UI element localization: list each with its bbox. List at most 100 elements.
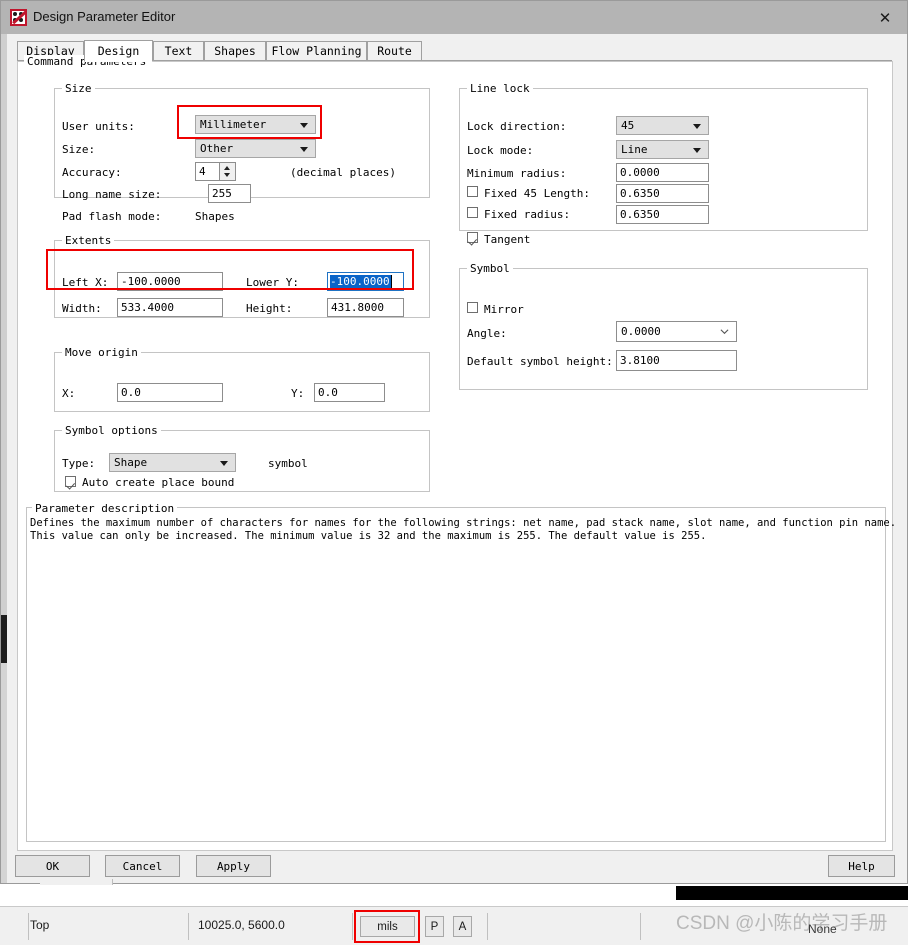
tangent-label: Tangent xyxy=(484,233,531,246)
symbol-group-legend: Symbol xyxy=(467,262,513,275)
fixed-45-length-checkbox[interactable] xyxy=(467,186,478,197)
lock-mode-select[interactable]: Line xyxy=(616,140,709,159)
ok-button[interactable]: OK xyxy=(15,855,90,877)
left-edge-dark-strip xyxy=(1,615,7,663)
chevron-down-icon xyxy=(720,329,729,335)
symbol-type-select[interactable]: Shape xyxy=(109,453,236,472)
default-symbol-height-value: 3.8100 xyxy=(620,354,660,367)
angle-combo[interactable]: 0.0000 xyxy=(616,321,737,342)
csdn-watermark: CSDN @小陈的学习手册 xyxy=(676,913,888,934)
design-parameter-editor-window: Design Parameter Editor ✕ Display Design… xyxy=(0,0,908,884)
angle-value: 0.0000 xyxy=(621,325,661,338)
height-input[interactable]: 431.8000 xyxy=(327,298,404,317)
move-origin-y-input[interactable]: 0.0 xyxy=(314,383,385,402)
black-overlay-bar xyxy=(676,886,908,900)
close-icon[interactable]: ✕ xyxy=(863,1,907,34)
fixed-45-length-value: 0.6350 xyxy=(620,187,660,200)
left-x-value: -100.0000 xyxy=(121,275,181,288)
fixed-radius-input[interactable]: 0.6350 xyxy=(616,205,709,224)
tab-shapes[interactable]: Shapes xyxy=(204,41,266,61)
mirror-label: Mirror xyxy=(484,303,524,316)
symbol-suffix-label: symbol xyxy=(268,457,308,470)
tab-bar: Display Design Text Shapes Flow Planning… xyxy=(17,40,892,62)
status-layer: Top xyxy=(30,918,50,932)
move-origin-y-value: 0.0 xyxy=(318,386,338,399)
long-name-size-input[interactable]: 255 xyxy=(208,184,251,203)
tangent-checkbox[interactable] xyxy=(467,232,478,243)
tab-design[interactable]: Design xyxy=(84,40,153,62)
default-symbol-height-input[interactable]: 3.8100 xyxy=(616,350,737,371)
user-units-value: Millimeter xyxy=(200,118,267,131)
chevron-down-icon xyxy=(220,460,228,466)
move-origin-group-legend: Move origin xyxy=(62,346,141,359)
long-name-size-value: 255 xyxy=(212,187,232,200)
parameter-description-legend: Parameter description xyxy=(32,502,178,515)
chevron-down-icon xyxy=(300,122,308,128)
move-origin-group xyxy=(54,352,430,412)
height-value: 431.8000 xyxy=(331,301,384,314)
symbol-type-label: Type: xyxy=(62,457,96,470)
fixed-radius-checkbox[interactable] xyxy=(467,207,478,218)
tab-text[interactable]: Text xyxy=(153,41,204,61)
a-button[interactable]: A xyxy=(453,916,472,937)
minimum-radius-label: Minimum radius: xyxy=(467,167,567,180)
chevron-down-icon xyxy=(693,123,701,129)
line-lock-group-legend: Line lock xyxy=(467,82,533,95)
default-symbol-height-label: Default symbol height: xyxy=(467,355,613,368)
tab-flow-planning[interactable]: Flow Planning xyxy=(266,41,367,61)
help-button[interactable]: Help xyxy=(828,855,895,877)
allegro-app-icon xyxy=(10,9,27,26)
parameter-description-box xyxy=(26,507,886,842)
size-label: Size: xyxy=(62,143,96,156)
symbol-type-value: Shape xyxy=(114,456,148,469)
spinner-buttons[interactable] xyxy=(219,163,235,180)
mirror-checkbox[interactable] xyxy=(467,302,478,313)
auto-create-place-bound-label: Auto create place bound xyxy=(82,476,235,489)
status-coordinates: 10025.0, 5600.0 xyxy=(198,918,285,932)
accuracy-suffix: (decimal places) xyxy=(290,166,396,179)
size-select[interactable]: Other xyxy=(195,139,316,158)
lock-direction-label: Lock direction: xyxy=(467,120,567,133)
accuracy-label: Accuracy: xyxy=(62,166,122,179)
angle-label: Angle: xyxy=(467,327,507,340)
lower-y-value: -100.0000 xyxy=(330,275,390,288)
left-edge-grey-strip xyxy=(1,663,7,883)
user-units-select[interactable]: Millimeter xyxy=(195,115,316,134)
apply-button[interactable]: Apply xyxy=(196,855,271,877)
fixed-45-length-label: Fixed 45 Length: xyxy=(484,187,590,200)
lower-y-input[interactable]: -100.0000 xyxy=(327,272,404,291)
window-bottom-stub xyxy=(40,879,113,885)
move-origin-y-label: Y: xyxy=(291,387,305,400)
cancel-button[interactable]: Cancel xyxy=(105,855,180,877)
chevron-down-icon xyxy=(693,147,701,153)
left-x-label: Left X: xyxy=(62,276,109,289)
width-label: Width: xyxy=(62,302,102,315)
accuracy-stepper[interactable]: 4 xyxy=(195,162,236,181)
minimum-radius-input[interactable]: 0.0000 xyxy=(616,163,709,182)
minimum-radius-value: 0.0000 xyxy=(620,166,660,179)
width-input[interactable]: 533.4000 xyxy=(117,298,223,317)
lock-direction-select[interactable]: 45 xyxy=(616,116,709,135)
symbol-options-group-legend: Symbol options xyxy=(62,424,161,437)
parameter-description-line-2: This value can only be increased. The mi… xyxy=(30,530,707,542)
move-origin-x-input[interactable]: 0.0 xyxy=(117,383,223,402)
command-parameters-panel: Command parameters Size User units: Mill… xyxy=(17,55,897,851)
units-button[interactable]: mils xyxy=(360,916,415,937)
move-origin-x-label: X: xyxy=(62,387,76,400)
lock-direction-value: 45 xyxy=(621,119,635,132)
title-bar: Design Parameter Editor ✕ xyxy=(1,1,907,34)
tab-route[interactable]: Route xyxy=(367,41,422,61)
width-value: 533.4000 xyxy=(121,301,174,314)
status-none-label: None xyxy=(808,922,837,936)
p-button[interactable]: P xyxy=(425,916,444,937)
move-origin-x-value: 0.0 xyxy=(121,386,141,399)
parameter-description-line-1: Defines the maximum number of characters… xyxy=(30,517,897,529)
fixed-radius-value: 0.6350 xyxy=(620,208,660,221)
lower-y-label: Lower Y: xyxy=(246,276,299,289)
chevron-down-icon xyxy=(300,146,308,152)
fixed-45-length-input[interactable]: 0.6350 xyxy=(616,184,709,203)
auto-create-place-bound-checkbox[interactable] xyxy=(65,476,76,487)
size-group-legend: Size xyxy=(62,82,95,95)
extents-group-legend: Extents xyxy=(62,234,115,247)
left-x-input[interactable]: -100.0000 xyxy=(117,272,223,291)
